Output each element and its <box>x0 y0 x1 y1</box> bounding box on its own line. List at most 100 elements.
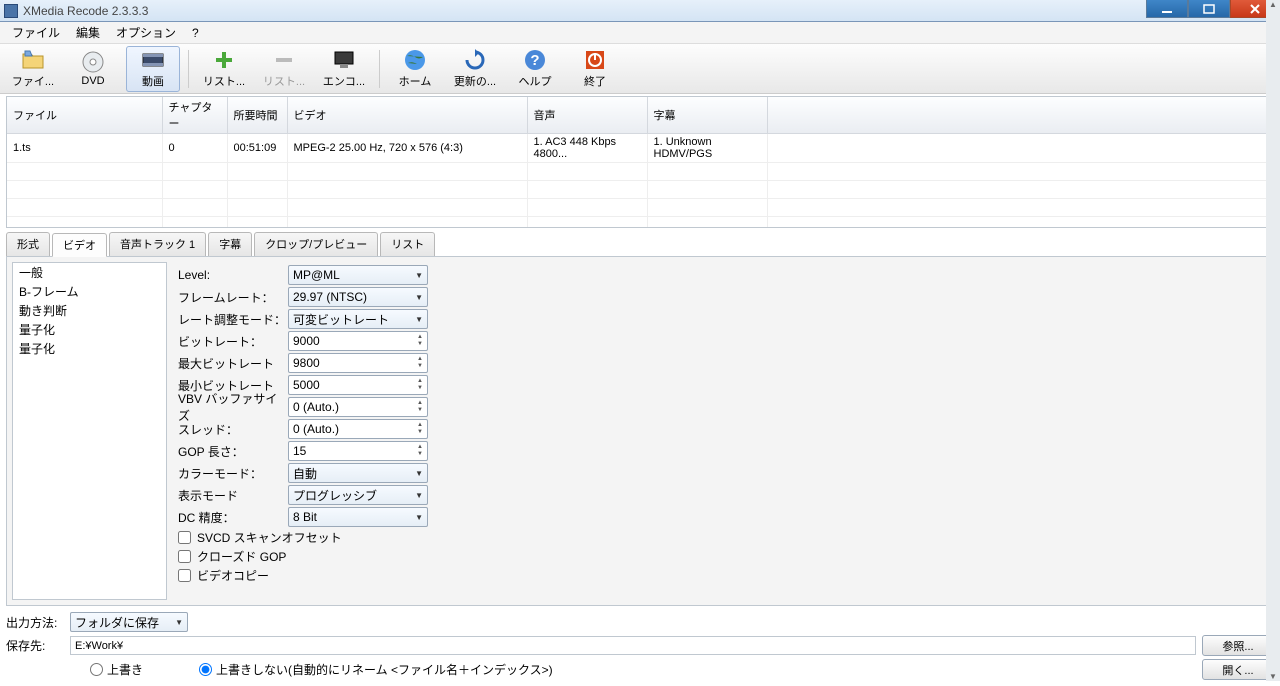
chevron-down-icon: ▼ <box>415 513 423 522</box>
dc-combo[interactable]: 8 Bit▼ <box>288 507 428 527</box>
bitrate-label: ビットレート： <box>178 333 288 350</box>
side-list[interactable]: 一般 B-フレーム 動き判断 量子化 量子化 <box>12 262 167 600</box>
file-table[interactable]: ファイル チャプター 所要時間 ビデオ 音声 字幕 1.ts 0 00:51:0… <box>6 96 1274 228</box>
col-file[interactable]: ファイル <box>7 97 162 134</box>
chevron-down-icon: ▼ <box>415 315 423 324</box>
color-label: カラーモード： <box>178 465 288 482</box>
toolbar: ファイ... DVD 動画 リスト... リスト... エンコ... ホーム 更… <box>0 44 1280 94</box>
toolbar-update-button[interactable]: 更新の... <box>448 46 502 92</box>
dvd-icon <box>81 50 105 74</box>
tab-subtitle[interactable]: 字幕 <box>208 232 252 256</box>
toolbar-home-button[interactable]: ホーム <box>388 46 442 92</box>
toolbar-list-add-button[interactable]: リスト... <box>197 46 251 92</box>
toolbar-separator <box>188 50 189 88</box>
closedgop-checkbox[interactable] <box>178 550 191 563</box>
app-icon <box>4 4 18 18</box>
open-button[interactable]: 開く... <box>1202 659 1274 680</box>
table-row[interactable]: 1.ts 0 00:51:09 MPEG-2 25.00 Hz, 720 x 5… <box>7 134 1273 163</box>
col-video[interactable]: ビデオ <box>287 97 527 134</box>
menu-file[interactable]: ファイル <box>4 22 68 43</box>
tab-crop[interactable]: クロップ/プレビュー <box>254 232 378 256</box>
toolbar-help-button[interactable]: ? ヘルプ <box>508 46 562 92</box>
toolbar-exit-button[interactable]: 終了 <box>568 46 622 92</box>
toolbar-video-button[interactable]: 動画 <box>126 46 180 92</box>
menu-edit[interactable]: 編集 <box>68 22 108 43</box>
tab-list[interactable]: リスト <box>380 232 435 256</box>
chevron-down-icon: ▼ <box>415 271 423 280</box>
ratemode-combo[interactable]: 可変ビットレート▼ <box>288 309 428 329</box>
dc-label: DC 精度： <box>178 509 288 526</box>
overwrite-radio[interactable] <box>90 663 103 676</box>
svcd-checkbox[interactable] <box>178 531 191 544</box>
thread-label: スレッド： <box>178 421 288 438</box>
bottom-panel: 出力方法: フォルダに保存▼ 保存先: E:¥Work¥ 参照... 上書き 上… <box>6 612 1274 680</box>
bitrate-spinner[interactable]: ▲▼ <box>288 331 428 351</box>
plus-icon <box>212 48 236 72</box>
titlebar: XMedia Recode 2.3.3.3 <box>0 0 1280 22</box>
saveto-path[interactable]: E:¥Work¥ <box>70 636 1196 655</box>
scrollbar[interactable]: ▲▼ <box>1266 0 1280 681</box>
toolbar-separator <box>379 50 380 88</box>
tab-body: 一般 B-フレーム 動き判断 量子化 量子化 Level:MP@ML▼ フレーム… <box>6 256 1274 606</box>
framerate-combo[interactable]: 29.97 (NTSC)▼ <box>288 287 428 307</box>
side-bframe[interactable]: B-フレーム <box>13 282 166 301</box>
window-title: XMedia Recode 2.3.3.3 <box>23 4 148 18</box>
nooverwrite-radio[interactable] <box>199 663 212 676</box>
col-chapter[interactable]: チャプター <box>162 97 227 134</box>
toolbar-encode-button[interactable]: エンコ... <box>317 46 371 92</box>
col-subtitle[interactable]: 字幕 <box>647 97 767 134</box>
disp-combo[interactable]: プログレッシブ▼ <box>288 485 428 505</box>
minus-icon <box>272 48 296 72</box>
power-icon <box>583 48 607 72</box>
toolbar-file-button[interactable]: ファイ... <box>6 46 60 92</box>
tabs: 形式 ビデオ 音声トラック 1 字幕 クロップ/プレビュー リスト <box>6 232 1274 256</box>
closedgop-label: クローズド GOP <box>197 548 286 565</box>
menu-help[interactable]: ? <box>184 24 207 42</box>
overwrite-label: 上書き <box>107 661 143 678</box>
side-quant1[interactable]: 量子化 <box>13 320 166 339</box>
disp-label: 表示モード <box>178 487 288 504</box>
maximize-button[interactable] <box>1188 0 1230 18</box>
chevron-down-icon: ▼ <box>415 469 423 478</box>
thread-spinner[interactable]: ▲▼ <box>288 419 428 439</box>
saveto-label: 保存先: <box>6 637 64 654</box>
tab-format[interactable]: 形式 <box>6 232 50 256</box>
side-motion[interactable]: 動き判断 <box>13 301 166 320</box>
level-label: Level: <box>178 268 288 282</box>
color-combo[interactable]: 自動▼ <box>288 463 428 483</box>
chevron-down-icon: ▼ <box>415 293 423 302</box>
level-combo[interactable]: MP@ML▼ <box>288 265 428 285</box>
outmethod-combo[interactable]: フォルダに保存▼ <box>70 612 188 632</box>
nooverwrite-label: 上書きしない(自動的にリネーム <ファイル名＋インデックス>) <box>216 661 553 678</box>
tab-video[interactable]: ビデオ <box>52 233 107 257</box>
col-duration[interactable]: 所要時間 <box>227 97 287 134</box>
video-icon <box>141 48 165 72</box>
toolbar-dvd-button[interactable]: DVD <box>66 46 120 92</box>
toolbar-list-remove-button[interactable]: リスト... <box>257 46 311 92</box>
tab-audio1[interactable]: 音声トラック 1 <box>109 232 206 256</box>
gop-label: GOP 長さ： <box>178 443 288 460</box>
side-general[interactable]: 一般 <box>13 263 166 282</box>
menu-options[interactable]: オプション <box>108 22 184 43</box>
browse-button[interactable]: 参照... <box>1202 635 1274 656</box>
refresh-icon <box>463 48 487 72</box>
minimize-button[interactable] <box>1146 0 1188 18</box>
form-area: Level:MP@ML▼ フレームレート：29.97 (NTSC)▼ レート調整… <box>172 257 1273 605</box>
vcopy-checkbox[interactable] <box>178 569 191 582</box>
vcopy-label: ビデオコピー <box>197 567 269 584</box>
framerate-label: フレームレート： <box>178 289 288 306</box>
vbv-label: VBV バッファサイズ <box>178 390 288 424</box>
outmethod-label: 出力方法: <box>6 614 64 631</box>
svcd-label: SVCD スキャンオフセット <box>197 529 342 546</box>
col-audio[interactable]: 音声 <box>527 97 647 134</box>
help-icon: ? <box>523 48 547 72</box>
maxbit-spinner[interactable]: ▲▼ <box>288 353 428 373</box>
ratemode-label: レート調整モード： <box>178 311 288 328</box>
minbit-spinner[interactable]: ▲▼ <box>288 375 428 395</box>
maxbit-label: 最大ビットレート <box>178 355 288 372</box>
gop-spinner[interactable]: ▲▼ <box>288 441 428 461</box>
encode-icon <box>332 48 356 72</box>
side-quant2[interactable]: 量子化 <box>13 339 166 358</box>
vbv-spinner[interactable]: ▲▼ <box>288 397 428 417</box>
chevron-down-icon: ▼ <box>415 491 423 500</box>
